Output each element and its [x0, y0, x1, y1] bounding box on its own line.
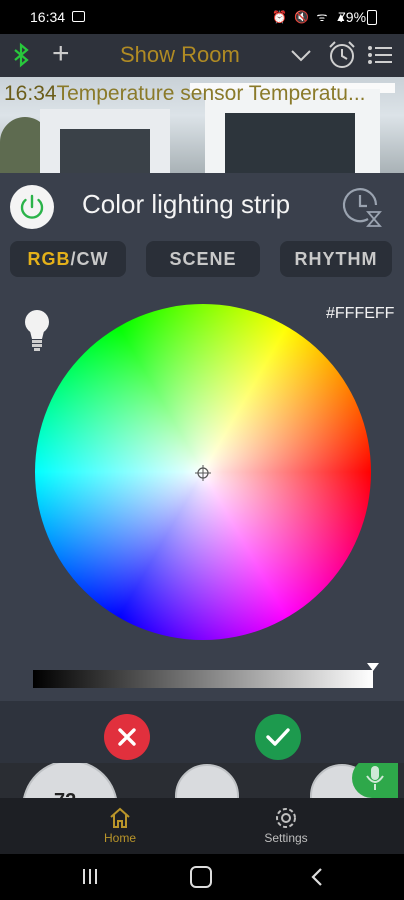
window-shape: [60, 129, 150, 173]
app-header: + Show Room: [0, 34, 404, 77]
power-icon: [20, 194, 44, 219]
bluetooth-icon[interactable]: [8, 42, 34, 68]
bottom-navigation: Home Settings: [0, 798, 404, 854]
room-background-image: 16:34Temperature sensor Temperatu...: [0, 77, 404, 173]
hex-color-value: #FFFEFF: [326, 305, 395, 322]
dialog-title: Color lighting strip: [82, 189, 291, 219]
tab-rhythm[interactable]: RHYTHM: [280, 241, 392, 277]
dialog-footer: [0, 701, 404, 763]
battery-icon: [367, 10, 377, 25]
device-dial[interactable]: [175, 764, 239, 798]
nav-settings[interactable]: Settings: [255, 804, 317, 852]
checkmark-icon: [266, 728, 290, 746]
cancel-button[interactable]: [104, 714, 150, 760]
brightness-slider[interactable]: [33, 670, 373, 688]
list-menu-icon[interactable]: [368, 45, 392, 65]
marquee-message: Temperature sensor Temperatu...: [56, 82, 366, 105]
close-icon: [118, 728, 136, 746]
color-lighting-dialog: Color lighting strip RGB/CW SCENE RHYTHM…: [0, 173, 404, 763]
gear-icon: [276, 808, 296, 828]
light-bulb-icon: [22, 307, 52, 353]
window-shape: [225, 113, 355, 173]
notification-marquee: 16:34Temperature sensor Temperatu...: [4, 77, 366, 111]
chevron-down-icon[interactable]: [290, 44, 312, 66]
tab-rgb-label: RGB: [27, 249, 71, 269]
tab-rgb-cw[interactable]: RGB/CW: [10, 241, 126, 277]
room-title[interactable]: Show Room: [120, 42, 240, 68]
tab-scene[interactable]: SCENE: [146, 241, 260, 277]
battery-percent: 79%: [338, 9, 367, 25]
gallery-icon: [72, 11, 85, 22]
recent-apps-icon[interactable]: [82, 869, 98, 884]
marquee-time: 16:34: [4, 82, 57, 105]
nav-home-label: Home: [103, 831, 136, 845]
power-button[interactable]: [10, 185, 54, 229]
status-time: 16:34: [30, 9, 66, 25]
thermostat-dial[interactable]: 72: [22, 760, 118, 798]
timer-icon[interactable]: [338, 183, 384, 229]
home-button-icon[interactable]: [190, 866, 212, 888]
microphone-button[interactable]: [352, 758, 398, 798]
color-picker-crosshair-icon[interactable]: [195, 465, 211, 481]
nav-settings-label: Settings: [264, 831, 308, 845]
tab-cw-label: /CW: [70, 249, 109, 269]
dial-value: 72: [54, 790, 76, 798]
alarm-clock-icon[interactable]: [326, 39, 358, 71]
home-icon: [110, 807, 130, 828]
add-icon[interactable]: +: [52, 37, 70, 71]
confirm-button[interactable]: [255, 714, 301, 760]
brightness-slider-handle[interactable]: [367, 663, 379, 671]
nav-home[interactable]: Home: [92, 804, 148, 852]
back-icon[interactable]: [308, 867, 326, 887]
status-bar: 16:34 ⏰ 🔇 ᯤ ▲ 79%: [0, 0, 404, 34]
system-navigation-bar: [0, 854, 404, 900]
